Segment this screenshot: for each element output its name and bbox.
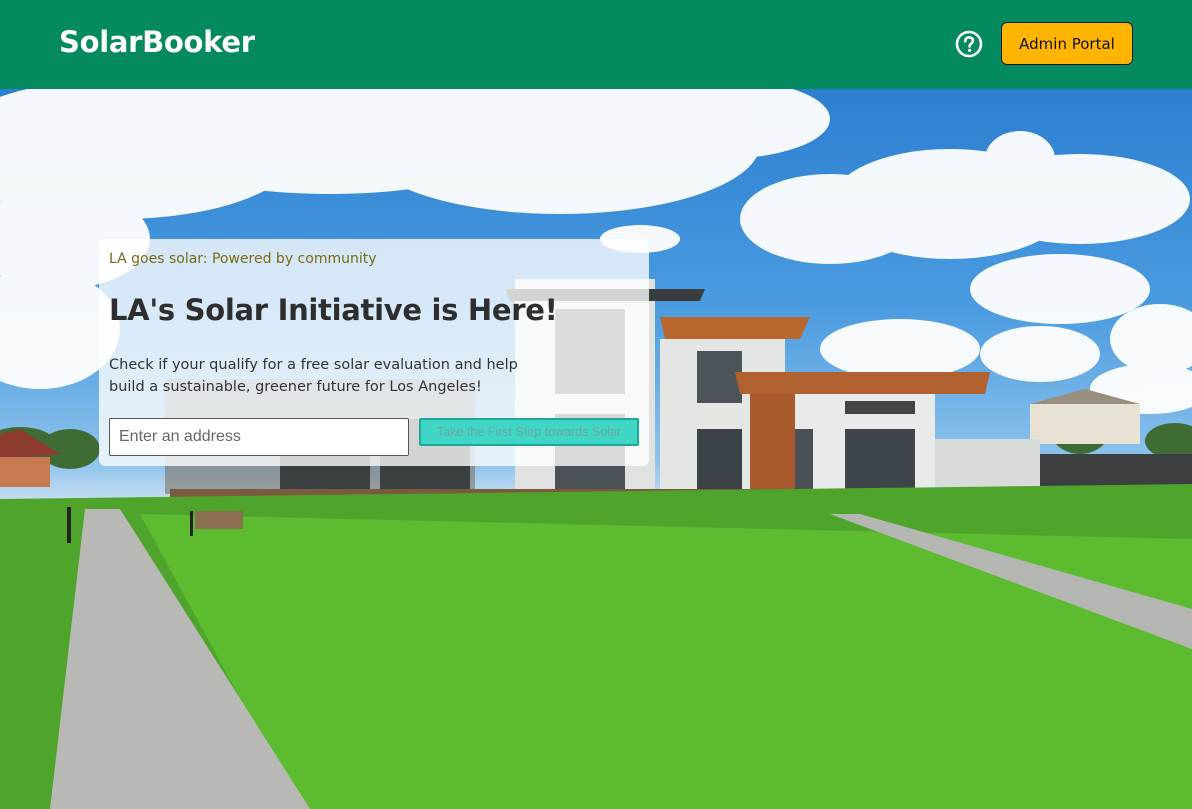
first-step-button[interactable]: Take the First Step towards Solar [419, 418, 639, 446]
help-circle-icon[interactable] [955, 30, 983, 58]
top-navbar: SolarBooker Admin Portal [0, 0, 1192, 89]
hero-tagline: LA goes solar: Powered by community [109, 251, 377, 267]
address-input[interactable] [109, 418, 409, 456]
hero-description: Check if your qualify for a free solar e… [109, 357, 518, 395]
hero-section: LA goes solar: Powered by community LA's… [0, 89, 1192, 809]
hero-title: LA's Solar Initiative is Here! [109, 293, 558, 327]
hero-card: LA goes solar: Powered by community LA's… [99, 239, 649, 466]
admin-portal-button[interactable]: Admin Portal [1001, 22, 1133, 65]
brand-logo[interactable]: SolarBooker [59, 25, 255, 59]
